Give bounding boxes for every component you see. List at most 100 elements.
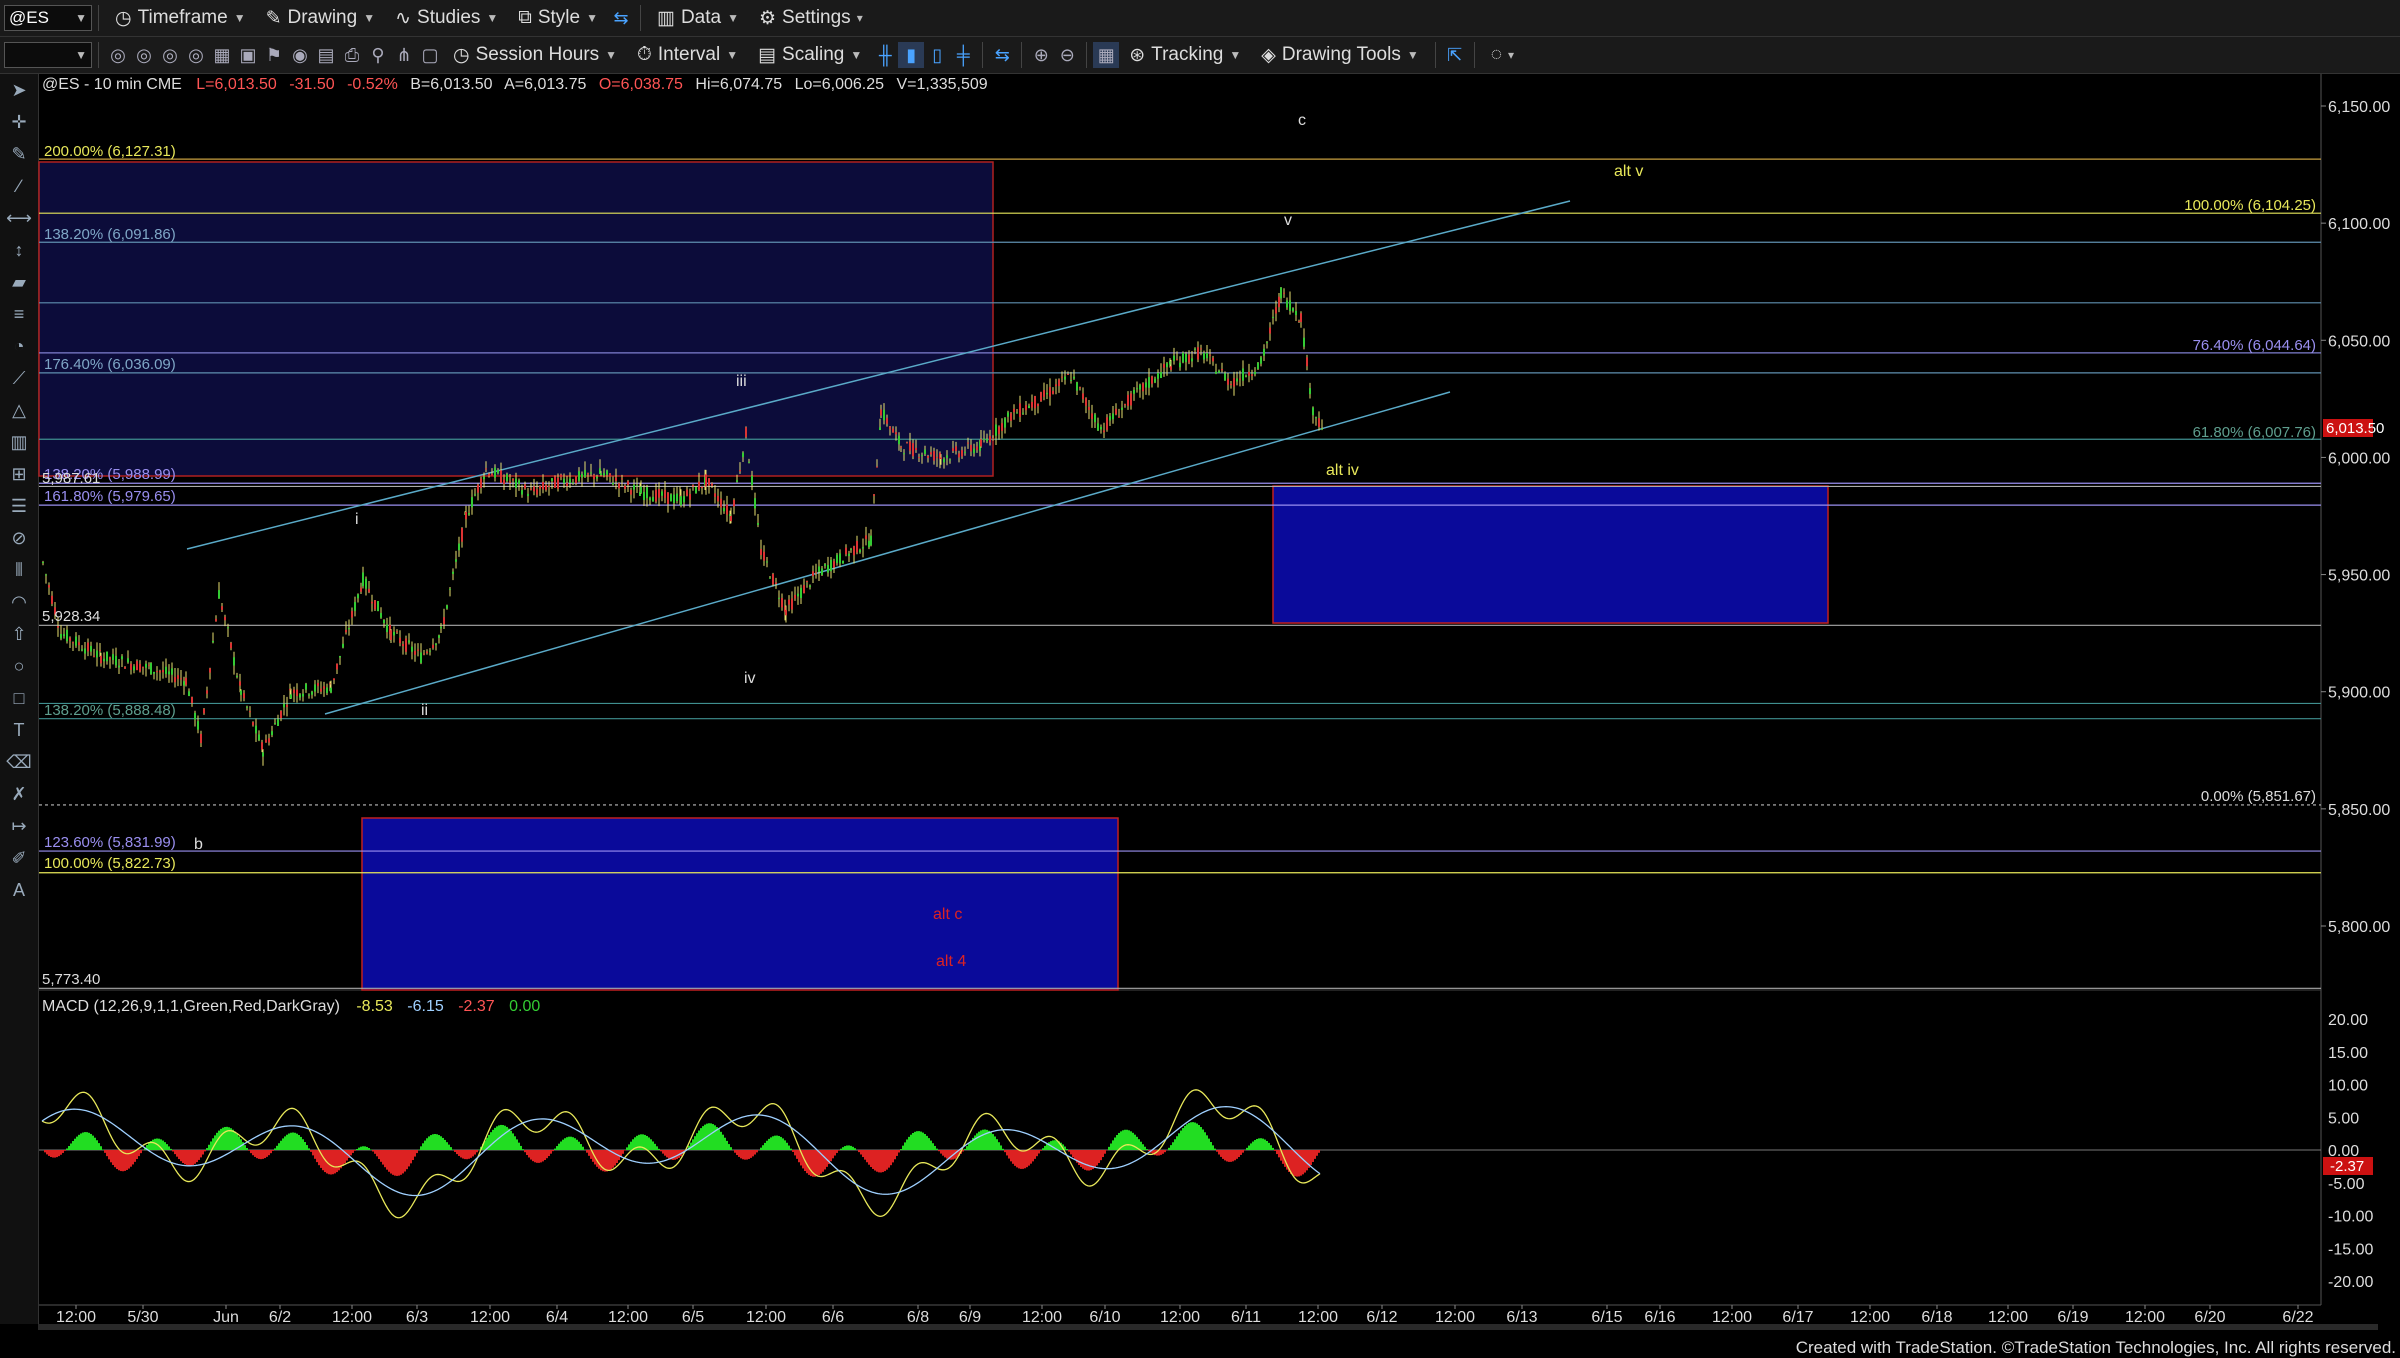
macd-histogram-bar (120, 1150, 122, 1172)
candle-body (485, 468, 487, 470)
macd-histogram-bar (1208, 1138, 1210, 1150)
drawing-circle-icon[interactable]: ◎ (183, 42, 209, 68)
macd-histogram-bar (814, 1150, 816, 1177)
candle-body (606, 470, 608, 475)
ellipse-icon[interactable]: ○ (0, 650, 38, 682)
macd-histogram-bar (250, 1150, 252, 1154)
fib-icon[interactable]: ≡ (0, 298, 38, 330)
tracking-button[interactable]: ⊛ Tracking ▼ (1119, 40, 1251, 70)
link-chart-icon[interactable]: ⇆ (989, 42, 1015, 68)
triangle-icon[interactable]: △ (0, 394, 38, 426)
macd-histogram-bar (164, 1142, 166, 1150)
macd-histogram-bar (866, 1150, 868, 1163)
arrow-icon[interactable]: ↦ (0, 810, 38, 842)
macd-histogram-bar (1000, 1145, 1002, 1150)
macd-histogram-bar (1136, 1136, 1138, 1150)
candle-body (130, 663, 132, 670)
grid-select-icon[interactable]: ▦ (209, 42, 235, 68)
rectangle-icon[interactable]: □ (0, 682, 38, 714)
capture-icon[interactable]: ▢ (417, 42, 443, 68)
macd-histogram-bar (284, 1136, 286, 1150)
print-icon[interactable]: ⎙ (339, 42, 365, 68)
candle-body (432, 644, 434, 649)
candle-body (136, 660, 138, 671)
eraser-icon[interactable]: ⌫ (0, 746, 38, 778)
text-box-icon[interactable]: A (0, 874, 38, 906)
line-chart-icon[interactable]: ╪ (950, 42, 976, 68)
horizontal-line-icon[interactable]: ⟷ (0, 202, 38, 234)
secondary-symbol-box[interactable]: ▼ (4, 42, 92, 68)
studies-label: Studies (417, 7, 481, 28)
macd-histogram-bar (110, 1150, 112, 1163)
save-icon[interactable]: ▤ (313, 42, 339, 68)
macd-histogram-bar (232, 1129, 234, 1150)
zoom-out-circle-icon[interactable]: ◎ (105, 42, 131, 68)
drawing-button[interactable]: ✎ Drawing ▼ (256, 3, 386, 33)
hierarchy-icon[interactable]: ⋔ (391, 42, 417, 68)
macd-histogram-bar (1040, 1150, 1042, 1151)
style-button[interactable]: ⧉ Style ▼ (508, 3, 608, 33)
data-button[interactable]: ▥ Data ▼ (647, 3, 749, 33)
pointer-icon[interactable]: ➤ (0, 74, 38, 106)
macd-histogram-bar (1162, 1150, 1164, 1154)
text-icon[interactable]: T (0, 714, 38, 746)
lines-icon[interactable]: ☰ (0, 490, 38, 522)
candle-body (365, 578, 367, 589)
drawing-tools-button[interactable]: ◈ Drawing Tools ▼ (1251, 40, 1429, 70)
candle-body (1283, 292, 1285, 294)
ruler-icon[interactable]: ⟋ (0, 362, 38, 394)
vertical-line-icon[interactable]: ↕ (0, 234, 38, 266)
channel-icon[interactable]: ▰ (0, 266, 38, 298)
refresh-circle-icon[interactable]: ◎ (157, 42, 183, 68)
pan-circle-icon[interactable]: ◎ (131, 42, 157, 68)
candlestick-icon[interactable]: ▮ (898, 42, 925, 68)
gann-icon[interactable]: ⊘ (0, 522, 38, 554)
export-icon[interactable]: ⇱ (1442, 42, 1468, 68)
window-link-icon[interactable]: ⇆ (608, 5, 634, 31)
arrow-up-icon[interactable]: ⇧ (0, 618, 38, 650)
ohlc-bar-icon[interactable]: ╫ (872, 42, 898, 68)
brush-icon[interactable]: ✐ (0, 842, 38, 874)
arc-icon[interactable]: ◠ (0, 586, 38, 618)
pencil-icon[interactable]: ✎ (0, 138, 38, 170)
timeframe-button[interactable]: ◷ Timeframe ▼ (105, 3, 256, 33)
zoom-out-icon[interactable]: ⊖ (1054, 42, 1080, 68)
trendline-icon[interactable]: ∕ (0, 170, 38, 202)
macd-histogram-bar (624, 1150, 626, 1151)
symbol-input[interactable]: @ES ▼ (4, 5, 92, 31)
scaling-button[interactable]: ▤ Scaling ▼ (748, 40, 872, 70)
macd-histogram-bar (214, 1135, 216, 1150)
find-icon[interactable]: ⚲ (365, 42, 391, 68)
macd-histogram-bar (994, 1136, 996, 1150)
remove-drawings-icon[interactable]: ✗ (0, 778, 38, 810)
flag-icon[interactable]: ⚑ (261, 42, 287, 68)
alert-icon: ◌ (1490, 44, 1503, 65)
candle-hollow-icon[interactable]: ▯ (924, 42, 950, 68)
bars-icon[interactable]: ▥ (0, 426, 38, 458)
ohlc-6: Hi=6,074.75 (695, 76, 782, 93)
macd-histogram-bar (1120, 1131, 1122, 1150)
candle-body (299, 694, 301, 698)
interval-button[interactable]: ⏱ Interval ▼ (627, 40, 748, 70)
price-chart[interactable]: 6,150.00 6,100.00 6,050.00 6,000.00 5,950.00… (0, 0, 2400, 1358)
alerts-button[interactable]: ◌ ▾ (1481, 40, 1524, 70)
andrews-icon[interactable]: ⫴ (0, 554, 38, 586)
cycle-icon[interactable]: ◔ (0, 330, 38, 362)
symbol-dropdown-icon[interactable]: ▼ (75, 11, 87, 25)
crosshair-icon[interactable]: ✛ (0, 106, 38, 138)
studies-button[interactable]: ∿ Studies ▼ (385, 3, 508, 33)
settings-button[interactable]: ⚙ Settings ▾ (749, 3, 873, 33)
macd-histogram-bar (264, 1150, 266, 1159)
chevron-down-icon[interactable]: ▼ (75, 48, 87, 62)
zoom-in-icon[interactable]: ⊕ (1028, 42, 1054, 68)
grid-icon[interactable]: ▦ (1093, 42, 1120, 68)
speed-lines-icon[interactable]: ⊞ (0, 458, 38, 490)
macd-histogram-bar (172, 1150, 174, 1152)
target-icon[interactable]: ◉ (287, 42, 313, 68)
macd-histogram-bar (922, 1132, 924, 1150)
candle-body (667, 492, 669, 504)
macd-histogram-bar (514, 1136, 516, 1150)
candle-body (1136, 388, 1138, 390)
session-hours-button[interactable]: ◷ Session Hours ▼ (443, 40, 627, 70)
window-icon[interactable]: ▣ (235, 42, 261, 68)
